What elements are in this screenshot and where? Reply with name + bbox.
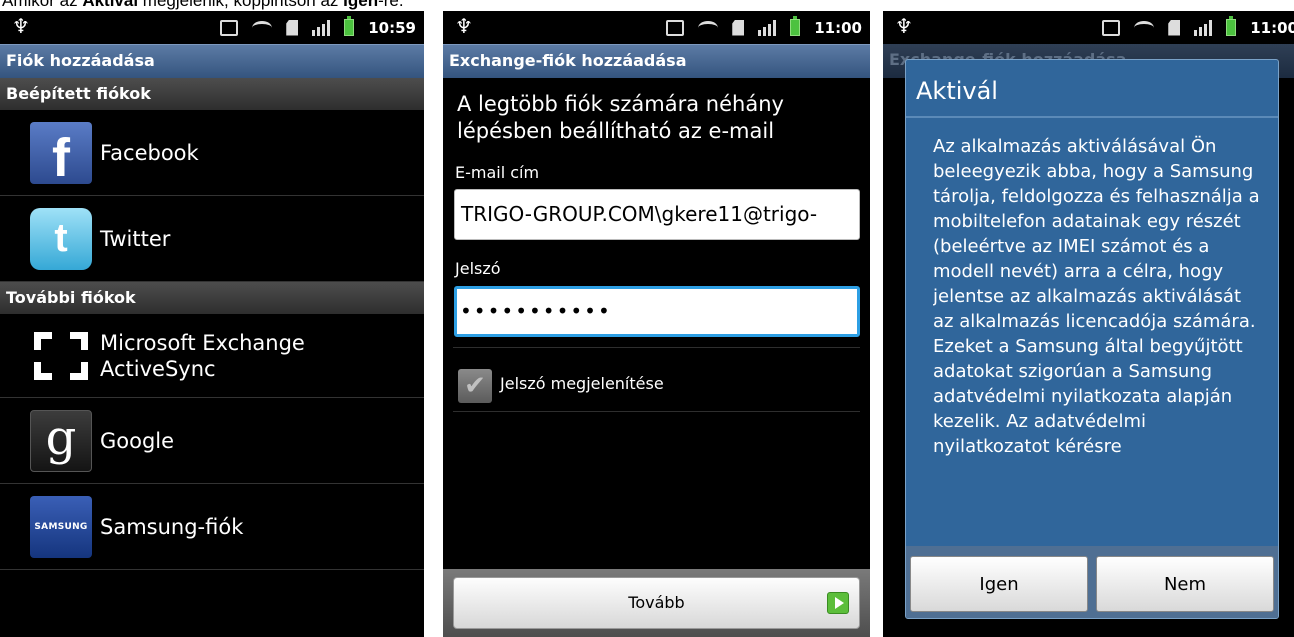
google-icon: g (30, 409, 92, 472)
next-button[interactable]: Tovább (453, 577, 860, 629)
wifi-icon (252, 20, 273, 35)
account-item-samsung[interactable]: SAMSUNG Samsung-fiók (0, 484, 424, 570)
account-item-label: Microsoft Exchange ActiveSync (100, 330, 305, 381)
account-item-label: Twitter (100, 226, 171, 251)
password-label: Jelszó (455, 259, 501, 278)
usb-icon: ♆ (12, 14, 30, 38)
yes-button-label: Igen (979, 573, 1019, 595)
account-item-twitter[interactable]: t Twitter (0, 196, 424, 282)
page-title: Exchange-fiók hozzáadása (443, 44, 870, 78)
clock: 10:59 (368, 18, 416, 37)
status-bar: ♆ 10:59 (0, 11, 424, 44)
twitter-icon: t (30, 207, 92, 270)
samsung-glyph: SAMSUNG (34, 521, 88, 532)
screen-activate-dialog: ♆ 11:00 Exchange-fiók hozzáadása Aktivál… (883, 11, 1294, 637)
account-item-facebook[interactable]: f Facebook (0, 110, 424, 196)
caption-text-mid: megjelenik, koppintson az (142, 0, 339, 10)
vibrate-icon (1102, 19, 1121, 36)
twitter-glyph: t (54, 216, 68, 260)
show-password-label: Jelszó megjelenítése (500, 374, 664, 393)
account-item-google[interactable]: g Google (0, 398, 424, 484)
sd-card-icon (1168, 19, 1181, 36)
samsung-icon: SAMSUNG (30, 495, 92, 558)
intro-text: A legtöbb fiók számára néhány lépésben b… (457, 92, 784, 143)
clock: 11:00 (1250, 18, 1294, 37)
bottom-bar: Tovább (443, 569, 870, 637)
section-header-other: További fiókok (0, 282, 424, 314)
dialog-button-bar: Igen Nem (906, 546, 1278, 618)
caption-bold-activate: Aktivál (82, 0, 139, 10)
dialog-body-text[interactable]: Az alkalmazás aktiválásával Ön beleegyez… (933, 134, 1260, 544)
wifi-icon (698, 20, 719, 35)
page-title: Fiók hozzáadása (0, 44, 424, 78)
caption-bold-yes: Igen (343, 0, 379, 10)
caption-text: Amikor az (2, 0, 78, 10)
password-field[interactable]: ••••••••••• (454, 286, 860, 337)
yes-button[interactable]: Igen (910, 556, 1088, 612)
divider (453, 411, 860, 412)
facebook-icon: f (30, 121, 92, 188)
dialog-title: Aktivál (916, 77, 998, 105)
next-button-label: Tovább (628, 593, 685, 612)
exchange-icon (30, 325, 92, 387)
screen-exchange-setup: ♆ 11:00 Exchange-fiók hozzáadása A legtö… (443, 11, 870, 637)
usb-icon: ♆ (895, 14, 913, 38)
status-bar: ♆ 11:00 (443, 11, 870, 44)
battery-charging-icon (1226, 16, 1237, 36)
email-label: E-mail cím (455, 163, 540, 182)
facebook-glyph: f (52, 127, 70, 188)
signal-icon (758, 19, 777, 36)
divider (453, 347, 860, 348)
signal-icon (1194, 19, 1213, 36)
account-item-label: Samsung-fiók (100, 514, 244, 539)
google-glyph: g (45, 409, 77, 466)
usb-icon: ♆ (455, 14, 473, 38)
no-button-label: Nem (1163, 573, 1207, 595)
vibrate-icon (666, 19, 685, 36)
account-item-exchange[interactable]: Microsoft Exchange ActiveSync (0, 314, 424, 398)
instruction-caption: Amikor az Aktivál megjelenik, koppintson… (0, 0, 1294, 11)
sd-card-icon (732, 19, 745, 36)
arrow-right-icon (827, 592, 849, 614)
email-field[interactable]: TRIGO-GROUP.COM\gkere11@trigo- (454, 189, 860, 240)
section-header-builtin: Beépített fiókok (0, 78, 424, 110)
caption-text-tail: -re. (378, 0, 404, 10)
activate-dialog: Aktivál Az alkalmazás aktiválásával Ön b… (905, 59, 1279, 619)
no-button[interactable]: Nem (1096, 556, 1274, 612)
status-bar: ♆ 11:00 (883, 11, 1294, 44)
wifi-icon (1134, 20, 1155, 35)
screen-add-account: ♆ 10:59 Fiók hozzáadása Beépített fiókok… (0, 11, 424, 637)
show-password-checkbox[interactable]: ✔ (458, 369, 492, 403)
battery-charging-icon (790, 16, 801, 36)
account-item-label: Google (100, 428, 175, 453)
signal-icon (312, 19, 331, 36)
vibrate-icon (220, 19, 239, 36)
account-item-label: Facebook (100, 140, 199, 165)
checkmark-icon: ✔ (464, 371, 486, 401)
dialog-separator (906, 116, 1278, 118)
battery-charging-icon (344, 16, 355, 36)
sd-card-icon (286, 19, 299, 36)
clock: 11:00 (814, 18, 862, 37)
